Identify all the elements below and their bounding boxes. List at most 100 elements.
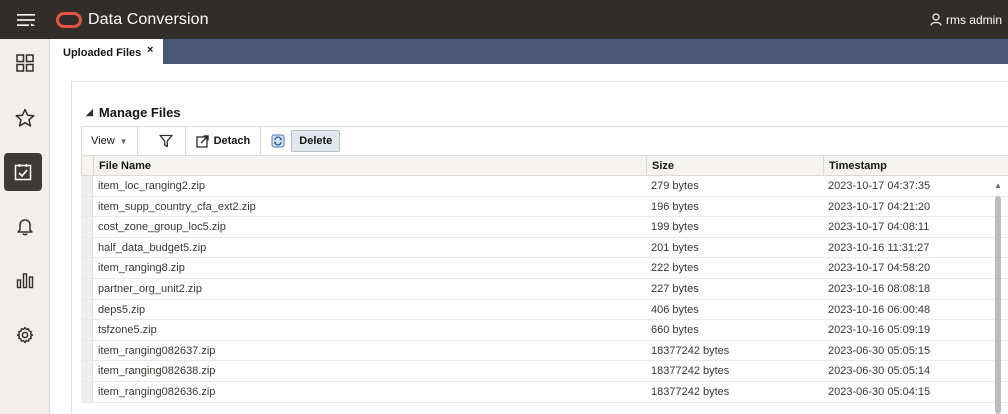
row-selector[interactable]: [81, 196, 93, 217]
sidebar: [0, 39, 50, 414]
table-row[interactable]: item_ranging082637.zip 18377242 bytes 2023…: [81, 340, 1008, 362]
row-selector[interactable]: [81, 237, 93, 258]
cell-size: 660 bytes: [651, 324, 699, 337]
menu-icon: [17, 13, 35, 26]
cell-size: 199 bytes: [651, 221, 699, 234]
table-row[interactable]: deps5.zip 406 bytes 2023-10-16 06:00:48: [81, 299, 1008, 321]
sidebar-item-favorites[interactable]: [0, 97, 50, 139]
delete-button[interactable]: Delete: [291, 130, 341, 152]
user-name: rms admin: [945, 12, 1002, 27]
cell-size: 279 bytes: [651, 180, 699, 192]
cell-file-name: item_ranging082638.zip: [98, 365, 216, 378]
refresh-button[interactable]: [267, 126, 289, 156]
cell-timestamp: 2023-06-30 05:04:15: [828, 385, 931, 398]
table-row[interactable]: item_ranging082636.zip 18377242 bytes 2023…: [81, 381, 1008, 403]
cell-size: 201 bytes: [651, 241, 699, 254]
table-row[interactable]: partner_org_unit2.zip 227 bytes 2023-10-16…: [81, 278, 1008, 300]
cell-timestamp: 2023-10-17 04:58:20: [828, 262, 931, 275]
dashboard-icon: [16, 54, 34, 72]
cell-file-name: item_supp_country_cfa_ext2.zip: [98, 200, 256, 213]
table-row[interactable]: cost_zone_group_loc5.zip 199 bytes 2023-10…: [81, 217, 1008, 238]
user-icon: [930, 13, 942, 26]
cell-timestamp: 2023-10-16 08:08:18: [828, 282, 931, 295]
row-selector[interactable]: [81, 340, 93, 361]
sidebar-item-notifications[interactable]: [0, 205, 50, 247]
cell-file-name: partner_org_unit2.zip: [98, 282, 202, 295]
cell-file-name: item_ranging8.zip: [98, 262, 185, 275]
cell-file-name: cost_zone_group_loc5.zip: [98, 221, 226, 234]
tab-strip: Uploaded Files ×: [51, 39, 1008, 66]
files-table: File Name Size Timestamp item_loc_rangin…: [81, 155, 1008, 403]
star-icon: [15, 108, 35, 127]
row-selector[interactable]: [81, 320, 93, 340]
bar-chart-icon: [16, 273, 34, 289]
bell-icon: [17, 218, 33, 235]
user-menu[interactable]: rms admin: [930, 0, 1002, 39]
table-body: item_loc_ranging2.zip 279 bytes 2023-10-17…: [81, 176, 1008, 403]
sidebar-item-settings[interactable]: [0, 314, 50, 356]
detach-button[interactable]: Detach: [186, 126, 262, 156]
row-selector[interactable]: [81, 176, 93, 196]
table-row[interactable]: item_ranging082638.zip 18377242 bytes 2023…: [81, 361, 1008, 382]
filter-icon: [159, 134, 173, 148]
cell-size: 406 bytes: [651, 303, 699, 316]
table-row[interactable]: item_ranging8.zip 222 bytes 2023-10-17 04:…: [81, 258, 1008, 279]
cell-timestamp: 2023-10-16 11:31:27: [828, 241, 930, 254]
cell-timestamp: 2023-10-16 06:00:48: [828, 303, 931, 316]
cell-size: 196 bytes: [651, 200, 699, 213]
filter-button[interactable]: [148, 126, 186, 156]
cell-size: 18377242 bytes: [651, 385, 730, 398]
scroll-up-arrow-icon[interactable]: ▲: [994, 181, 1002, 190]
task-checklist-icon: [14, 164, 32, 181]
row-selector[interactable]: [81, 299, 93, 320]
view-menu-button[interactable]: View ▼: [82, 126, 138, 156]
table-scrollbar[interactable]: ▲: [992, 177, 1004, 414]
sidebar-item-dashboard[interactable]: [0, 42, 50, 84]
row-selector[interactable]: [81, 278, 93, 299]
cell-file-name: tsfzone5.zip: [98, 324, 157, 337]
cell-file-name: half_data_budget5.zip: [98, 241, 207, 254]
cell-size: 227 bytes: [651, 282, 699, 295]
gear-icon: [16, 326, 34, 344]
table-row[interactable]: half_data_budget5.zip 201 bytes 2023-10-16…: [81, 237, 1008, 259]
cell-timestamp: 2023-10-16 05:09:19: [828, 324, 931, 337]
sidebar-item-reports[interactable]: [0, 259, 50, 301]
chevron-down-icon: ▼: [119, 136, 128, 146]
cell-timestamp: 2023-10-17 04:37:35: [828, 180, 931, 192]
sidebar-item-tasks[interactable]: [4, 153, 42, 191]
table-row[interactable]: item_supp_country_cfa_ext2.zip 196 bytes 2…: [81, 196, 1008, 218]
tab-uploaded-files[interactable]: Uploaded Files ×: [51, 39, 163, 66]
cell-file-name: item_ranging082636.zip: [98, 385, 216, 398]
oracle-logo: [56, 11, 82, 28]
row-selector[interactable]: [81, 217, 93, 237]
cell-file-name: deps5.zip: [98, 303, 146, 316]
column-header-timestamp[interactable]: Timestamp: [823, 156, 994, 176]
cell-timestamp: 2023-10-17 04:08:11: [828, 221, 930, 234]
collapse-triangle-icon[interactable]: ◢: [86, 107, 93, 118]
cell-file-name: item_loc_ranging2.zip: [98, 180, 206, 192]
cell-timestamp: 2023-06-30 05:05:15: [828, 344, 931, 357]
manage-files-header[interactable]: ◢ Manage Files: [86, 105, 181, 120]
app-header: Data Conversion rms admin: [0, 0, 1008, 39]
detach-icon: [195, 134, 209, 148]
table-toolbar: View ▼ Detach Delete: [81, 126, 1008, 156]
detach-label: Detach: [213, 135, 251, 147]
tab-close-button[interactable]: ×: [147, 44, 153, 56]
view-label: View: [91, 135, 115, 147]
cell-timestamp: 2023-10-17 04:21:20: [828, 200, 931, 213]
table-row[interactable]: item_loc_ranging2.zip 279 bytes 2023-10-17…: [81, 176, 1008, 197]
row-selector[interactable]: [81, 361, 93, 381]
tab-label: Uploaded Files: [63, 46, 142, 59]
app-title: Data Conversion: [88, 10, 209, 28]
row-selector[interactable]: [81, 258, 93, 278]
table-row[interactable]: tsfzone5.zip 660 bytes 2023-10-16 05:09:19: [81, 320, 1008, 341]
table-header: File Name Size Timestamp: [81, 155, 1008, 176]
hamburger-menu-button[interactable]: [0, 0, 52, 39]
column-header-file-name[interactable]: File Name: [93, 156, 647, 176]
column-header-size[interactable]: Size: [646, 156, 823, 176]
cell-size: 18377242 bytes: [651, 365, 730, 378]
section-title: Manage Files: [98, 105, 181, 120]
cell-timestamp: 2023-06-30 05:05:14: [828, 365, 931, 378]
scroll-thumb[interactable]: [995, 196, 1001, 414]
row-selector[interactable]: [81, 381, 93, 402]
